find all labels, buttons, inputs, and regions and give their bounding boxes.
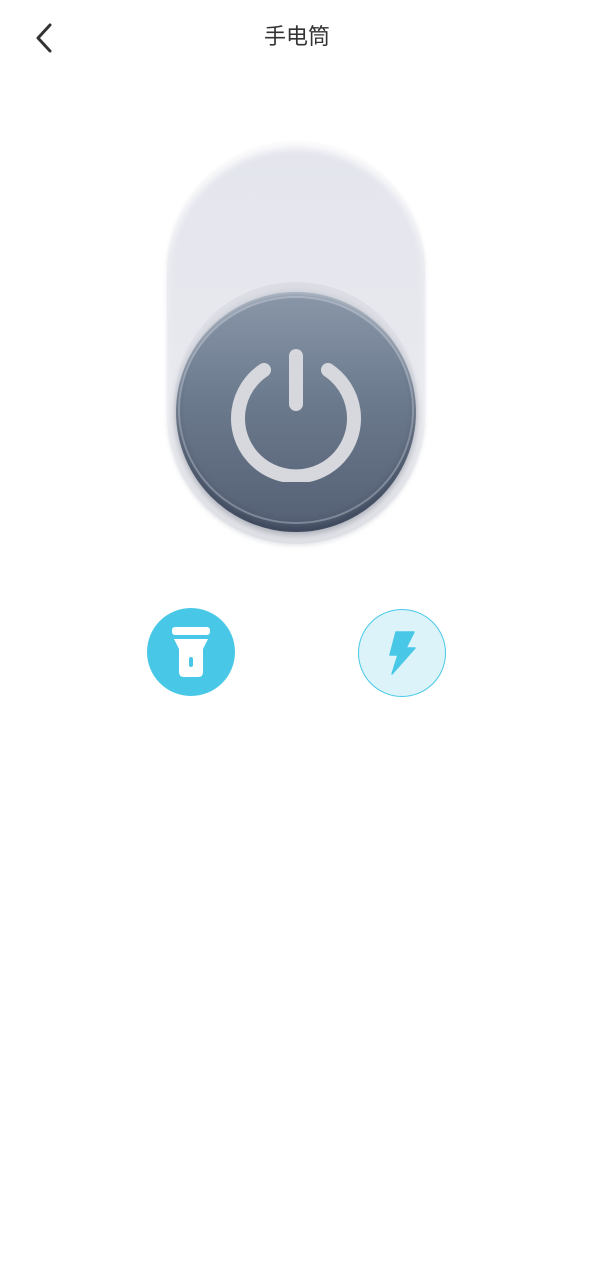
flashlight-icon <box>172 627 210 677</box>
flashlight-mode-button[interactable] <box>147 608 235 696</box>
strobe-mode-button[interactable] <box>358 609 446 697</box>
lightning-icon <box>389 631 416 675</box>
top-bar: 手电筒 <box>0 0 594 76</box>
power-icon <box>231 349 361 482</box>
page-title: 手电筒 <box>263 25 330 50</box>
